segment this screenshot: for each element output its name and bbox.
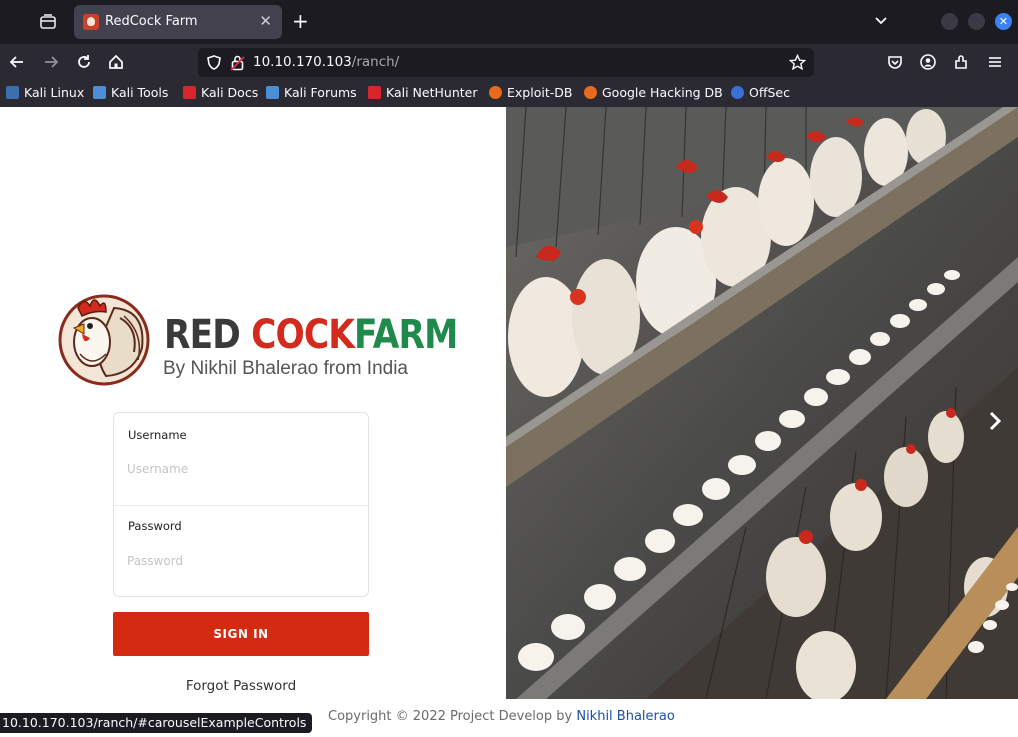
forgot-password-link[interactable]: Forgot Password	[0, 678, 482, 694]
window-close-button[interactable]: ✕	[995, 13, 1012, 30]
nethunter-icon	[368, 86, 381, 99]
menu-hamburger-icon[interactable]	[986, 53, 1004, 71]
maximize-button[interactable]	[968, 13, 985, 30]
bookmark-kali-linux[interactable]: Kali Linux	[6, 85, 84, 100]
logo-wordmark: RED COCKFARM	[164, 312, 458, 358]
password-label: Password	[128, 519, 182, 533]
ghdb-icon	[584, 86, 597, 99]
login-form: Username Password	[113, 412, 369, 597]
footer-copyright: Copyright © 2022 Project Develop by Nikh…	[328, 709, 675, 724]
kali-docs-icon	[183, 86, 196, 99]
bookmark-label: Exploit-DB	[507, 85, 573, 100]
redcock-farm-logo: RED COCKFARM By Nikhil Bhalerao from Ind…	[50, 282, 458, 398]
reload-icon[interactable]	[75, 53, 93, 71]
bookmark-label: Kali Forums	[284, 85, 357, 100]
poultry-farm-photo	[506, 107, 1018, 699]
bookmark-exploit-db[interactable]: Exploit-DB	[489, 85, 572, 100]
logo-word-farm: FARM	[354, 312, 458, 358]
url-path: /ranch/	[351, 54, 400, 70]
bookmark-label: Kali NetHunter	[386, 85, 478, 100]
link-status-bar: 10.10.170.103/ranch/#carouselExampleCont…	[0, 713, 313, 733]
offsec-icon	[731, 86, 744, 99]
kali-forums-icon	[266, 86, 279, 99]
username-label: Username	[128, 428, 187, 442]
navigation-toolbar: 10.10.170.103/ranch/	[0, 44, 1018, 80]
tracking-shield-icon[interactable]	[206, 54, 222, 71]
bookmark-label: Google Hacking DB	[602, 85, 723, 100]
tab-close-icon[interactable]: ✕	[259, 12, 272, 30]
bookmark-label: Kali Tools	[111, 85, 169, 100]
bookmark-label: Kali Linux	[24, 85, 85, 100]
tab-title: RedCock Farm	[105, 14, 198, 29]
bookmark-google-hacking-db[interactable]: Google Hacking DB	[584, 85, 723, 100]
sign-in-button[interactable]: SIGN IN	[113, 612, 369, 656]
active-tab[interactable]: RedCock Farm ✕	[74, 5, 282, 39]
back-arrow-icon[interactable]	[8, 53, 26, 71]
address-bar[interactable]: 10.10.170.103/ranch/	[198, 48, 814, 77]
field-divider	[114, 505, 368, 506]
account-icon[interactable]	[919, 53, 937, 71]
bookmark-offsec[interactable]: OffSec	[731, 85, 790, 100]
new-tab-button[interactable]: +	[292, 9, 309, 33]
bookmarks-toolbar: Kali Linux Kali Tools Kali Docs Kali For…	[0, 80, 1018, 107]
logo-subtitle: By Nikhil Bhalerao from India	[163, 358, 408, 379]
url-host: 10.10.170.103	[253, 54, 352, 70]
url-text[interactable]: 10.10.170.103/ranch/	[253, 54, 399, 70]
copyright-text: Copyright © 2022 Project Develop by	[328, 709, 577, 724]
bookmark-label: OffSec	[749, 85, 790, 100]
carousel-next-icon[interactable]	[988, 410, 1002, 432]
minimize-button[interactable]	[941, 13, 958, 30]
extensions-icon[interactable]	[952, 53, 970, 71]
logo-word-cock: COCK	[251, 312, 355, 358]
rooster-icon	[58, 294, 150, 386]
bookmark-kali-tools[interactable]: Kali Tools	[93, 85, 168, 100]
bookmark-kali-nethunter[interactable]: Kali NetHunter	[368, 85, 477, 100]
password-input[interactable]	[127, 550, 353, 572]
insecure-lock-icon[interactable]	[230, 54, 245, 71]
login-page: RED COCKFARM By Nikhil Bhalerao from Ind…	[0, 107, 1018, 737]
farm-favicon-icon	[83, 14, 99, 30]
bookmark-star-icon[interactable]	[788, 53, 807, 71]
logo-word-red: RED	[164, 312, 252, 358]
forward-arrow-icon[interactable]	[42, 53, 60, 71]
bookmark-kali-forums[interactable]: Kali Forums	[266, 85, 357, 100]
pocket-icon[interactable]	[886, 53, 904, 71]
firefox-view-icon[interactable]	[38, 12, 58, 32]
kali-tools-icon	[93, 86, 106, 99]
browser-titlebar: RedCock Farm ✕ + ✕	[0, 0, 1018, 44]
kali-dragon-icon	[6, 86, 19, 99]
home-icon[interactable]	[107, 53, 125, 71]
exploit-db-icon	[489, 86, 502, 99]
username-input[interactable]	[127, 458, 353, 480]
list-all-tabs-icon[interactable]	[873, 12, 889, 32]
author-link[interactable]: Nikhil Bhalerao	[576, 709, 674, 724]
bookmark-label: Kali Docs	[201, 85, 259, 100]
bookmark-kali-docs[interactable]: Kali Docs	[183, 85, 258, 100]
